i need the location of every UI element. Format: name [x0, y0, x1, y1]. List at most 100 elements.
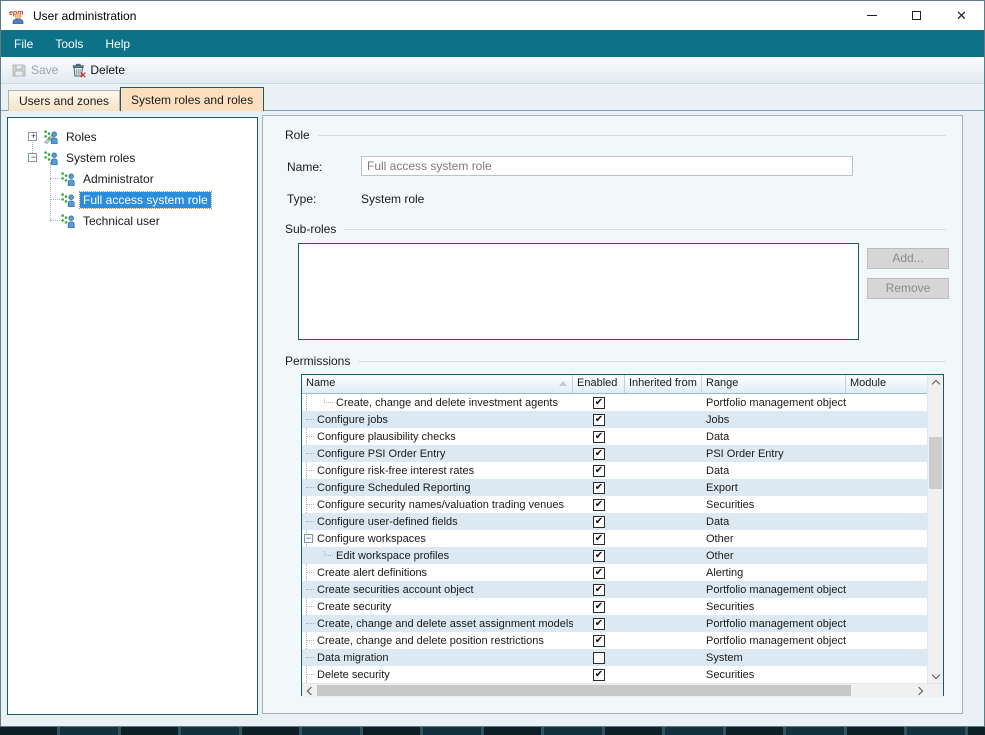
toolbar-button[interactable]: ✕ Delete [65, 60, 130, 80]
enabled-checkbox[interactable] [593, 499, 605, 511]
permission-row[interactable]: Create security Securities [302, 598, 927, 615]
scroll-up-button[interactable] [928, 375, 944, 390]
horizontal-scrollbar[interactable] [302, 683, 943, 697]
permission-name: Configure PSI Order Entry [317, 448, 445, 460]
enabled-checkbox[interactable] [593, 482, 605, 494]
menu-item[interactable]: Help [94, 32, 141, 56]
enabled-checkbox[interactable] [593, 584, 605, 596]
tree-guide [306, 487, 314, 488]
enabled-checkbox[interactable] [593, 618, 605, 630]
permission-row[interactable]: Create alert definitions Alerting [302, 564, 927, 581]
enabled-checkbox[interactable] [593, 550, 605, 562]
tree-expander-icon[interactable] [28, 132, 37, 141]
permission-name-cell: Create alert definitions [302, 567, 573, 579]
tab-page-content: Roles System [1, 111, 984, 726]
maximize-button[interactable] [894, 1, 939, 30]
tree-item[interactable]: Technical user [8, 210, 257, 231]
permission-row[interactable]: Configure plausibility checks Data [302, 428, 927, 445]
permission-name: Configure Scheduled Reporting [317, 482, 471, 494]
enabled-checkbox[interactable] [593, 516, 605, 528]
scroll-left-button[interactable] [302, 684, 317, 697]
enabled-checkbox[interactable] [593, 414, 605, 426]
toolbar-button[interactable]: ✕ Save [6, 60, 63, 80]
column-header[interactable]: Inherited from [625, 375, 702, 393]
scroll-down-button[interactable] [928, 668, 944, 683]
column-header[interactable]: Name [302, 375, 573, 393]
permission-row[interactable]: Configure risk-free interest rates Data [302, 462, 927, 479]
enabled-checkbox[interactable] [593, 465, 605, 477]
sort-ascending-icon [559, 381, 567, 386]
permission-row[interactable]: Create, change and delete asset assignme… [302, 615, 927, 632]
tree-guide [306, 674, 314, 675]
enabled-checkbox[interactable] [593, 601, 605, 613]
role-type-value: System role [361, 192, 424, 206]
permission-row[interactable]: Configure user-defined fields Data [302, 513, 927, 530]
remove-button[interactable]: Remove [867, 278, 949, 299]
tree-guide [306, 504, 314, 505]
horizontal-scrollbar-thumb[interactable] [317, 685, 851, 696]
permission-row[interactable]: Configure PSI Order Entry PSI Order Entr… [302, 445, 927, 462]
tree-item[interactable]: Full access system role [8, 189, 257, 210]
enabled-checkbox[interactable] [593, 652, 605, 664]
close-button[interactable]: ✕ [939, 1, 984, 30]
vertical-scrollbar[interactable] [927, 375, 943, 683]
permission-enabled-cell [573, 533, 625, 545]
column-header[interactable]: Module [846, 375, 927, 393]
permission-row[interactable]: Edit workspace profiles Other [302, 547, 927, 564]
permission-row[interactable]: Delete security Securities [302, 666, 927, 683]
permission-row[interactable]: Configure workspaces Other [302, 530, 927, 547]
permission-name: Create, change and delete investment age… [336, 397, 558, 409]
tree-guide [324, 397, 333, 404]
enabled-checkbox[interactable] [593, 533, 605, 545]
permission-enabled-cell [573, 499, 625, 511]
permission-name-cell: Edit workspace profiles [302, 550, 573, 562]
tree-item[interactable]: System roles [8, 147, 257, 168]
tree-expander-icon[interactable] [28, 153, 37, 162]
permission-row[interactable]: Configure jobs Jobs [302, 411, 927, 428]
screen: epm User administration ✕ File Tools [0, 0, 985, 735]
permission-name: Create securities account object [317, 584, 474, 596]
permission-range: Data [702, 465, 846, 477]
permission-name: Configure security names/valuation tradi… [317, 499, 564, 511]
tree-item[interactable]: Roles [8, 126, 257, 147]
enabled-checkbox[interactable] [593, 448, 605, 460]
column-header[interactable]: Enabled [573, 375, 625, 393]
enabled-checkbox[interactable] [593, 567, 605, 579]
enabled-checkbox[interactable] [593, 431, 605, 443]
close-icon: ✕ [956, 9, 967, 22]
permission-row[interactable]: Configure security names/valuation tradi… [302, 496, 927, 513]
permission-row[interactable]: Data migration System [302, 649, 927, 666]
role-detail-panel: Role Name: Type: System role Sub-roles A… [262, 115, 963, 714]
tab[interactable]: System roles and roles [120, 87, 264, 111]
column-header[interactable]: Range [702, 375, 846, 393]
role-name-input[interactable] [361, 156, 853, 176]
enabled-checkbox[interactable] [593, 635, 605, 647]
permission-row[interactable]: Create, change and delete investment age… [302, 394, 927, 411]
vertical-scrollbar-thumb[interactable] [929, 437, 942, 489]
minimize-button[interactable] [849, 1, 894, 30]
tree-item-label: Roles [63, 129, 100, 145]
menu-item[interactable]: File [3, 32, 44, 56]
add-button[interactable]: Add... [867, 248, 949, 269]
role-people-icon [60, 192, 76, 208]
row-collapse-icon[interactable] [304, 534, 313, 543]
menu-item-label: Tools [55, 37, 83, 51]
permission-row[interactable]: Create, change and delete position restr… [302, 632, 927, 649]
role-people-icon [60, 213, 76, 229]
enabled-checkbox[interactable] [593, 397, 605, 409]
permissions-table-top: Name Enabled [302, 375, 943, 683]
tree-guide [306, 521, 314, 522]
tab[interactable]: Users and zones [8, 90, 120, 111]
permission-row[interactable]: Configure Scheduled Reporting Export [302, 479, 927, 496]
menu-item[interactable]: Tools [44, 32, 94, 56]
scroll-right-button[interactable] [912, 684, 927, 697]
permission-enabled-cell [573, 550, 625, 562]
subroles-listbox[interactable] [298, 243, 859, 340]
permission-name: Configure risk-free interest rates [317, 465, 474, 477]
tree-item-label: Full access system role [80, 192, 211, 208]
enabled-checkbox[interactable] [593, 669, 605, 681]
tree-item[interactable]: Administrator [8, 168, 257, 189]
permission-name-cell: Create, change and delete position restr… [302, 635, 573, 647]
menu-item-label: File [14, 37, 33, 51]
permission-row[interactable]: Create securities account object Portfol… [302, 581, 927, 598]
